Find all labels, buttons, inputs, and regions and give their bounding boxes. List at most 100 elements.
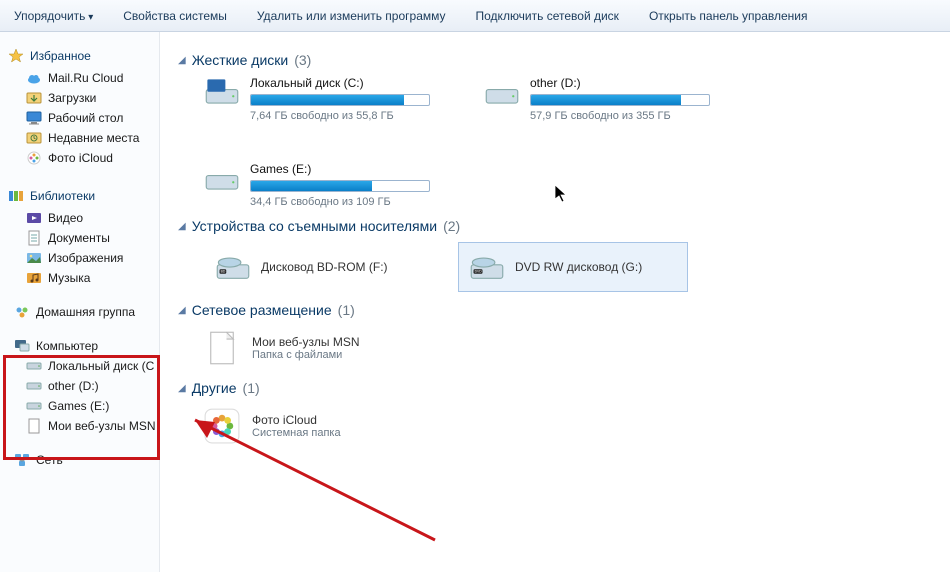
sidebar-item-msn[interactable]: Мои веб-узлы MSN: [8, 416, 155, 436]
section-network-location[interactable]: ◢ Сетевое размещение (1): [178, 302, 932, 318]
drive-freespace: 34,4 ГБ свободно из 109 ГБ: [250, 196, 444, 208]
computer-icon: [14, 338, 30, 354]
sidebar-item-network[interactable]: Сеть: [8, 450, 155, 470]
uninstall-program-button[interactable]: Удалить или изменить программу: [251, 5, 452, 27]
sidebar-item-mailru[interactable]: Mail.Ru Cloud: [8, 68, 155, 88]
pictures-icon: [26, 250, 42, 266]
section-title: Другие: [192, 380, 237, 396]
drive-icon: [26, 378, 42, 394]
photos-icon: [26, 150, 42, 166]
sidebar-item-label: Изображения: [48, 251, 123, 265]
collapse-icon: ◢: [178, 55, 186, 66]
section-other[interactable]: ◢ Другие (1): [178, 380, 932, 396]
section-removable[interactable]: ◢ Устройства со съемными носителями (2): [178, 218, 932, 234]
map-network-drive-button[interactable]: Подключить сетевой диск: [470, 5, 625, 27]
drive-icon: [26, 398, 42, 414]
sidebar-item-label: Mail.Ru Cloud: [48, 71, 123, 85]
sidebar-item-drive-c[interactable]: Локальный диск (C: [8, 356, 155, 376]
usage-bar-fill: [251, 181, 372, 191]
drive-name: DVD RW дисковод (G:): [515, 260, 642, 274]
other-icloud-photos[interactable]: Фото iCloud Системная папка: [204, 404, 932, 448]
document-icon: [26, 230, 42, 246]
star-icon: [8, 48, 24, 64]
organize-button[interactable]: Упорядочить: [8, 5, 99, 27]
drive-name: Дисковод BD-ROM (F:): [261, 260, 388, 274]
system-properties-button[interactable]: Свойства системы: [117, 5, 233, 27]
section-title: Жесткие диски: [192, 52, 289, 68]
cursor-icon: [555, 185, 567, 203]
usage-bar-fill: [251, 95, 404, 105]
homegroup-icon: [14, 304, 30, 320]
sidebar-item-documents[interactable]: Документы: [8, 228, 155, 248]
section-count: (3): [294, 52, 311, 68]
section-title: Сетевое размещение: [192, 302, 332, 318]
libraries-label: Библиотеки: [30, 189, 95, 203]
sidebar-item-desktop[interactable]: Рабочий стол: [8, 108, 155, 128]
sidebar-item-label: Загрузки: [48, 91, 96, 105]
desktop-icon: [26, 110, 42, 126]
sidebar-item-homegroup[interactable]: Домашняя группа: [8, 302, 155, 322]
sidebar-item-downloads[interactable]: Загрузки: [8, 88, 155, 108]
drive-d[interactable]: other (D:) 57,9 ГБ свободно из 355 ГБ: [484, 76, 724, 122]
libraries-header[interactable]: Библиотеки: [8, 188, 155, 204]
sidebar-item-drive-e[interactable]: Games (E:): [8, 396, 155, 416]
sidebar-item-label: Недавние места: [48, 131, 139, 145]
sidebar-item-pictures[interactable]: Изображения: [8, 248, 155, 268]
section-title: Устройства со съемными носителями: [192, 218, 437, 234]
sidebar-item-icloud-photos[interactable]: Фото iCloud: [8, 148, 155, 168]
collapse-icon: ◢: [178, 305, 186, 316]
music-icon: [26, 270, 42, 286]
section-hard-drives[interactable]: ◢ Жесткие диски (3): [178, 52, 932, 68]
optical-drive-icon: DVD: [469, 249, 505, 285]
sidebar-item-label: Фото iCloud: [48, 151, 113, 165]
section-count: (2): [443, 218, 460, 234]
video-icon: [26, 210, 42, 226]
collapse-icon: ◢: [178, 383, 186, 394]
downloads-icon: [26, 90, 42, 106]
entry-name: Фото iCloud: [252, 413, 341, 427]
hard-drive-icon: [204, 162, 240, 198]
entry-name: Мои веб-узлы MSN: [252, 335, 359, 349]
netloc-msn[interactable]: Мои веб-узлы MSN Папка с файлами: [204, 326, 932, 370]
sidebar-item-label: Рабочий стол: [48, 111, 123, 125]
drive-name: other (D:): [530, 76, 724, 90]
sidebar-item-computer[interactable]: Компьютер: [8, 336, 155, 356]
drive-name: Games (E:): [250, 162, 444, 176]
drive-e[interactable]: Games (E:) 34,4 ГБ свободно из 109 ГБ: [204, 162, 444, 208]
file-icon: [26, 418, 42, 434]
sidebar-item-label: Локальный диск (C: [48, 359, 154, 373]
section-count: (1): [243, 380, 260, 396]
sidebar-item-label: Домашняя группа: [36, 305, 135, 319]
usage-bar: [250, 94, 430, 106]
drive-freespace: 57,9 ГБ свободно из 355 ГБ: [530, 110, 724, 122]
drive-dvd-rw[interactable]: DVD DVD RW дисковод (G:): [458, 242, 688, 292]
toolbar: Упорядочить Свойства системы Удалить или…: [0, 0, 950, 32]
sidebar-item-videos[interactable]: Видео: [8, 208, 155, 228]
sidebar-item-label: Документы: [48, 231, 110, 245]
drive-name: Локальный диск (C:): [250, 76, 444, 90]
drive-c[interactable]: Локальный диск (C:) 7,64 ГБ свободно из …: [204, 76, 444, 122]
sidebar-item-label: Мои веб-узлы MSN: [48, 419, 155, 433]
drive-icon: [26, 358, 42, 374]
entry-subtitle: Папка с файлами: [252, 349, 359, 361]
sidebar-item-label: Компьютер: [36, 339, 98, 353]
svg-text:DVD: DVD: [475, 270, 483, 274]
collapse-icon: ◢: [178, 221, 186, 232]
drive-bd-rom[interactable]: BD Дисковод BD-ROM (F:): [204, 242, 434, 292]
sidebar-item-music[interactable]: Музыка: [8, 268, 155, 288]
sidebar-item-label: Видео: [48, 211, 83, 225]
usage-bar: [250, 180, 430, 192]
sidebar-item-label: other (D:): [48, 379, 99, 393]
favorites-header[interactable]: Избранное: [8, 48, 155, 64]
libraries-icon: [8, 188, 24, 204]
section-count: (1): [338, 302, 355, 318]
photos-icon: [204, 408, 240, 444]
hard-drive-icon: [204, 76, 240, 112]
sidebar-item-label: Сеть: [36, 453, 63, 467]
sidebar-item-recent[interactable]: Недавние места: [8, 128, 155, 148]
open-control-panel-button[interactable]: Открыть панель управления: [643, 5, 814, 27]
sidebar-item-drive-d[interactable]: other (D:): [8, 376, 155, 396]
file-icon: [204, 330, 240, 366]
svg-text:BD: BD: [221, 270, 226, 274]
optical-drive-icon: BD: [215, 249, 251, 285]
